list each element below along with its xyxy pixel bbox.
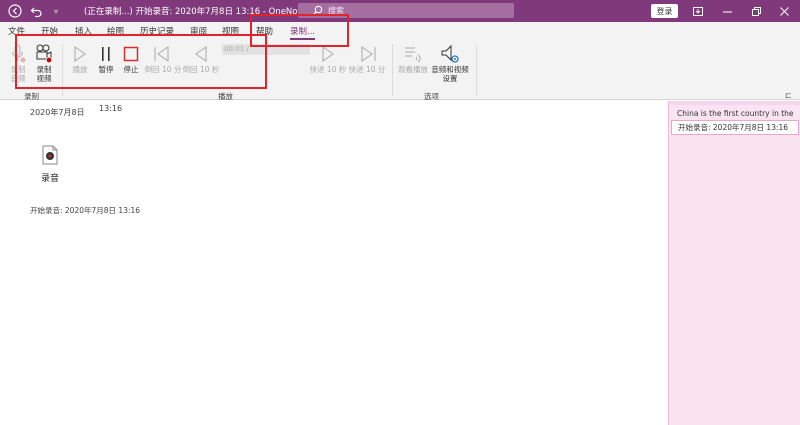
playback-view-icon [402,44,424,64]
audio-file-icon[interactable] [42,145,58,165]
recording-start-text: 开始录音: 2020年7月8日 13:16 [30,206,141,215]
forward-10min-button[interactable]: 快进 10 分 [347,44,387,74]
av-settings-button[interactable]: 音频和视频 设置 [429,44,471,83]
restore-icon[interactable] [748,3,764,19]
minimize-icon[interactable] [719,3,735,19]
ribbon-display-icon[interactable] [690,3,706,19]
av-settings-label: 音频和视频 设置 [431,65,469,83]
step-forward-icon [317,44,339,64]
page-time: 13:16 [99,104,123,113]
side-pane-text: China is the first country in the [677,109,794,118]
side-pane-strip [669,101,800,105]
fast-forward-icon [356,44,378,64]
collapse-ribbon-icon[interactable]: ⊏ [785,91,792,100]
audio-file-label[interactable]: 录音 [41,171,59,184]
page-date: 2020年7月8日 [30,108,85,117]
group-divider [476,44,477,96]
forward-10sec-label: 快进 10 秒 [309,65,347,74]
chevron-down-icon[interactable]: ▿ [48,3,64,19]
onenote-window: ▿ (正在录制...) 开始录音: 2020年7月8日 13:16 - OneN… [0,0,800,425]
login-button[interactable]: 登录 [651,4,678,18]
see-playback-label: 观看播放 [398,65,428,74]
see-playback-button[interactable]: 观看播放 [396,44,430,74]
title-bar: ▿ (正在录制...) 开始录音: 2020年7月8日 13:16 - OneN… [0,0,800,22]
group-divider [392,44,393,96]
note-page[interactable]: 2020年7月8日 13:16 录音 开始录音: 2020年7月8日 13:16 [0,101,668,425]
back-icon[interactable] [7,3,23,19]
highlight-box-controls [15,34,267,89]
forward-10min-label: 快进 10 分 [348,65,386,74]
forward-10sec-button[interactable]: 快进 10 秒 [308,44,348,74]
close-icon[interactable] [776,3,792,19]
speaker-gear-icon [439,44,461,64]
side-pane-note-box[interactable]: 开始录音: 2020年7月8日 13:16 [671,120,799,135]
undo-icon[interactable] [28,3,44,19]
side-pane: China is the first country in the 开始录音: … [668,101,800,425]
